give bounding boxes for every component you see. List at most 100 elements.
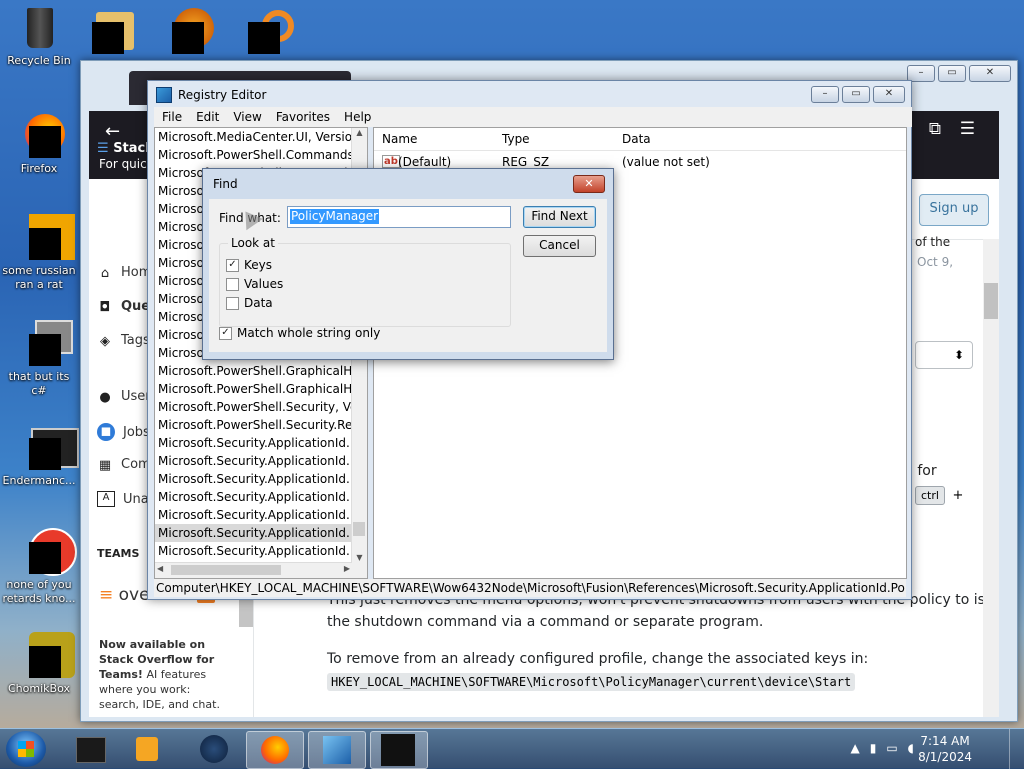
stack-logo[interactable]: ☰ Stack <box>97 141 154 156</box>
tree-key-item[interactable]: Microsoft.Security.ApplicationId.Poli <box>155 542 352 560</box>
minimize-button[interactable]: – <box>811 86 839 103</box>
scroll-up-icon[interactable]: ▲ <box>352 128 367 137</box>
maximize-button[interactable]: ▭ <box>938 65 966 82</box>
check-icon: ✓ <box>219 326 232 340</box>
tree-key-item[interactable]: Microsoft.Security.ApplicationId.Polic <box>155 434 352 452</box>
desktop-icon-hidden-3[interactable] <box>248 8 298 56</box>
menu-edit[interactable]: Edit <box>196 110 219 124</box>
tree-key-item[interactable]: Microsoft.Security.ApplicationId.Poli <box>155 452 352 470</box>
show-desktop-button[interactable] <box>1009 729 1024 769</box>
desktop-icon-firefox[interactable]: Firefox <box>0 112 78 176</box>
taskbar-app-3[interactable] <box>186 731 242 767</box>
tree-key-item[interactable]: Microsoft.PowerShell.Security.Resou <box>155 416 352 434</box>
desktop-icon-hidden-2[interactable] <box>170 8 220 56</box>
find-what-input[interactable]: PolicyManager <box>287 206 511 228</box>
tree-key-item[interactable]: Microsoft.PowerShell.GraphicalHost. <box>155 380 352 398</box>
look-at-label: Look at <box>228 236 278 250</box>
desktop-icon-recycle-bin[interactable]: Recycle Bin <box>0 4 78 68</box>
column-data[interactable]: Data <box>622 132 651 146</box>
teams-heading: TEAMS <box>97 547 140 560</box>
snippet-of-the: of the <box>915 235 951 249</box>
desktop-icon-label: ChomikBox <box>8 682 70 695</box>
nav-jobs[interactable]: ◼ Jobs <box>97 423 150 441</box>
keys-checkbox[interactable]: ✓ Keys <box>226 258 272 272</box>
status-bar: Computer\HKEY_LOCAL_MACHINE\SOFTWARE\Wow… <box>154 579 906 597</box>
home-icon: ⌂ <box>100 265 110 281</box>
nav-questions[interactable]: ◘ Que <box>97 299 151 315</box>
scroll-thumb[interactable] <box>171 565 281 575</box>
taskbar-media-player[interactable] <box>120 731 176 767</box>
find-next-button[interactable]: Find Next <box>523 206 596 228</box>
monitor-icon[interactable]: ▭ <box>886 741 897 755</box>
tree-key-item[interactable]: Microsoft.Security.ApplicationId.Poli <box>155 524 352 542</box>
menu-favorites[interactable]: Favorites <box>276 110 330 124</box>
desktop-icon-none-of-you[interactable]: none of you retards kno... <box>0 528 78 606</box>
scroll-thumb[interactable] <box>984 283 998 319</box>
close-button[interactable]: ✕ <box>573 175 605 193</box>
scroll-left-icon[interactable]: ◀ <box>157 564 163 573</box>
value-row[interactable]: ab (Default) REG_SZ (value not set) <box>374 151 906 169</box>
tree-key-item[interactable]: Microsoft.Security.ApplicationId.Poli <box>155 488 352 506</box>
scroll-thumb[interactable] <box>353 522 365 536</box>
desktop-icon-russian-rat[interactable]: some russian ran a rat <box>0 214 78 292</box>
show-hidden-icons-icon[interactable]: ▲ <box>850 741 859 755</box>
taskbar-app-1[interactable] <box>62 731 118 767</box>
column-name[interactable]: Name <box>382 132 417 146</box>
nav-tags[interactable]: ◈ Tags <box>97 333 150 349</box>
find-what-value: PolicyManager <box>290 209 380 224</box>
tag-icon: ◈ <box>100 333 110 349</box>
dialog-body: Find what: PolicyManager Find Next Cance… <box>209 199 607 352</box>
network-icon[interactable]: ▮ <box>870 741 877 755</box>
menu-file[interactable]: File <box>162 110 182 124</box>
data-checkbox[interactable]: Data <box>226 296 273 310</box>
app-icon <box>15 528 77 576</box>
tree-key-item[interactable]: Microsoft.PowerShell.Commands.Dia <box>155 146 352 164</box>
clock-date: 8/1/2024 <box>918 750 972 764</box>
regedit-icon <box>323 736 351 764</box>
url-snippet: For quick <box>99 157 154 171</box>
desktop-icon-chomikbox[interactable]: ChomikBox <box>0 632 78 696</box>
nav-companies[interactable]: ▦ Com <box>97 457 151 473</box>
desktop-icon-endermanch[interactable]: Endermanc... <box>0 424 79 488</box>
page-scrollbar[interactable] <box>983 239 999 717</box>
start-button[interactable] <box>6 731 46 767</box>
taskbar-app-6[interactable] <box>370 731 428 769</box>
maximize-button[interactable]: ▭ <box>842 86 870 103</box>
menu-help[interactable]: Help <box>344 110 371 124</box>
sign-up-button[interactable]: Sign up <box>919 194 989 226</box>
volume-icon[interactable]: ◖ <box>908 741 914 755</box>
tree-key-item[interactable]: Microsoft.PowerShell.Security, Versic <box>155 398 352 416</box>
firefox-icon <box>15 112 65 160</box>
extensions-icon[interactable]: ⧉ <box>929 119 941 139</box>
window-controls: – ▭ ✕ <box>811 86 905 103</box>
menu-view[interactable]: View <box>233 110 261 124</box>
match-whole-string-checkbox[interactable]: ✓ Match whole string only <box>219 326 380 340</box>
desktop-icon-hidden-1[interactable] <box>90 10 140 56</box>
desktop-icon-label: some russian ran a rat <box>2 264 76 291</box>
desktop-icon-that-but-csharp[interactable]: that but its c# <box>0 320 78 398</box>
menu-icon[interactable]: ☰ <box>960 119 975 139</box>
sort-select[interactable]: ⬍ <box>915 341 973 369</box>
nav-users[interactable]: ● User <box>97 389 150 405</box>
scroll-down-icon[interactable]: ▼ <box>352 553 367 562</box>
back-icon[interactable]: ← <box>105 121 120 142</box>
close-button[interactable]: ✕ <box>969 65 1011 82</box>
cancel-button[interactable]: Cancel <box>523 235 596 257</box>
clock[interactable]: 7:14 AM 8/1/2024 <box>918 733 972 765</box>
jobs-icon: ◼ <box>97 423 115 441</box>
tree-key-item[interactable]: Microsoft.PowerShell.GraphicalHost, <box>155 362 352 380</box>
unanswered-icon: A <box>97 491 115 507</box>
tree-key-item[interactable]: Microsoft.MediaCenter.UI, Version=6 <box>155 128 352 146</box>
tree-horizontal-scrollbar[interactable]: ◀ ▶ <box>155 562 352 578</box>
values-checkbox[interactable]: Values <box>226 277 283 291</box>
file-icon <box>15 214 75 262</box>
close-button[interactable]: ✕ <box>873 86 905 103</box>
taskbar-firefox[interactable] <box>246 731 304 769</box>
scroll-right-icon[interactable]: ▶ <box>344 564 350 573</box>
tree-key-item[interactable]: Microsoft.Security.ApplicationId.Poli <box>155 506 352 524</box>
desktop-icon-label: Endermanc... <box>2 474 76 487</box>
taskbar-regedit[interactable] <box>308 731 366 769</box>
find-dialog[interactable]: Find ✕ Find what: PolicyManager Find Nex… <box>202 168 614 360</box>
column-type[interactable]: Type <box>502 132 530 146</box>
tree-key-item[interactable]: Microsoft.Security.ApplicationId.Poli <box>155 470 352 488</box>
